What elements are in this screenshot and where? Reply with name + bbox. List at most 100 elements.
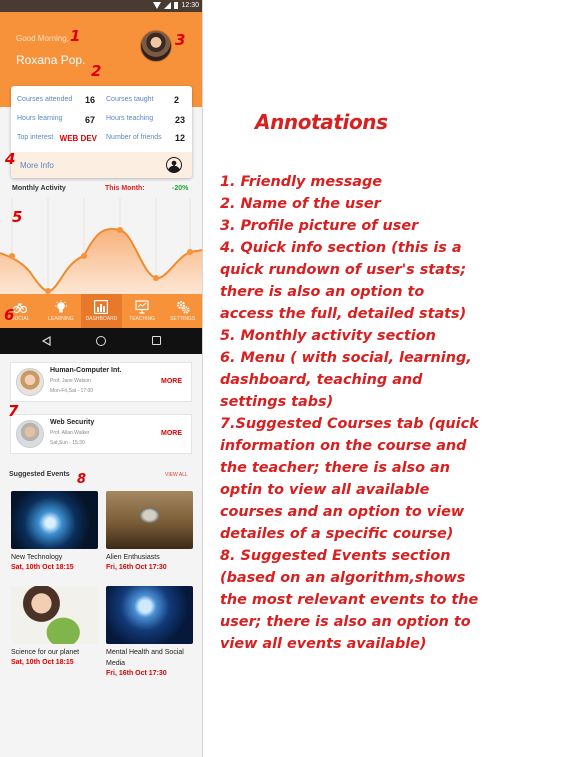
event-image bbox=[11, 586, 98, 644]
screenshot: 12:30 Good Morning, Roxana Pop. Courses … bbox=[0, 0, 562, 757]
back-icon[interactable] bbox=[42, 336, 51, 346]
course-title: Web Security bbox=[50, 419, 95, 426]
user-name: Roxana Pop. bbox=[16, 53, 86, 67]
activity-point bbox=[117, 227, 123, 233]
event-image bbox=[106, 491, 193, 549]
stat-value-hours-learning: 67 bbox=[84, 115, 95, 125]
event-name: New Technology bbox=[11, 554, 63, 561]
course-more-button[interactable]: MORE bbox=[161, 430, 182, 437]
stat-label-courses-attended: Courses attended bbox=[17, 96, 73, 103]
bottom-menu: SOCIAL LEARNING DASHBOARD TEACHING SETTI… bbox=[0, 294, 202, 328]
annotation-item: 2. Name of the user bbox=[220, 196, 381, 212]
more-info-row: More Info bbox=[11, 152, 192, 178]
event-image bbox=[106, 586, 193, 644]
marker-4: 4 bbox=[5, 150, 16, 168]
annotation-item: 3. Profile picture of user bbox=[220, 218, 419, 234]
teacher-avatar bbox=[16, 368, 44, 396]
marker-2: 2 bbox=[91, 62, 102, 80]
event-card[interactable]: Mental Health and Social Media Fri, 16th… bbox=[106, 586, 193, 677]
recent-apps-icon[interactable] bbox=[152, 336, 161, 345]
event-name: Alien Enthusiasts bbox=[106, 554, 160, 561]
annotation-item: 4. Quick info section (this is a quick r… bbox=[220, 240, 467, 322]
event-card[interactable]: Science for our planet Sat, 10th Oct 18:… bbox=[11, 586, 98, 666]
tab-label: LEARNING bbox=[48, 316, 74, 322]
presentation-icon bbox=[135, 300, 149, 314]
tab-teaching[interactable]: TEACHING bbox=[122, 294, 163, 328]
quick-info-card: Courses attended 16 Courses taught 2 Hou… bbox=[11, 86, 192, 178]
activity-change: -20% bbox=[172, 185, 189, 192]
more-info-link[interactable]: More Info bbox=[20, 161, 54, 170]
event-name: Science for our planet bbox=[11, 649, 80, 656]
marker-5: 5 bbox=[12, 208, 23, 226]
home-icon[interactable] bbox=[96, 336, 106, 346]
suggested-events-header: Suggested Events VIEW ALL bbox=[0, 468, 202, 484]
lightbulb-icon bbox=[54, 300, 67, 313]
status-time: 12:30 bbox=[181, 2, 199, 9]
tab-dashboard[interactable]: DASHBOARD bbox=[81, 294, 122, 328]
greeting-text: Good Morning, bbox=[16, 34, 69, 43]
signal-icon bbox=[164, 2, 172, 9]
event-name: Mental Health and Social Media bbox=[106, 649, 184, 667]
tab-learning[interactable]: LEARNING bbox=[41, 294, 82, 328]
tab-label: TEACHING bbox=[129, 316, 155, 322]
activity-point bbox=[153, 275, 159, 281]
profile-avatar[interactable] bbox=[140, 30, 172, 62]
annotation-item: 5. Monthly activity section bbox=[220, 328, 436, 344]
tab-label: SETTINGS bbox=[170, 316, 196, 322]
stat-value-courses-taught: 2 bbox=[173, 95, 179, 105]
activity-point bbox=[81, 253, 87, 259]
stat-value-hours-teaching: 23 bbox=[174, 115, 185, 125]
marker-8: 8 bbox=[77, 472, 87, 487]
activity-area bbox=[0, 228, 202, 294]
view-all-link[interactable]: VIEW ALL bbox=[165, 472, 188, 478]
course-title: Human-Computer Int. bbox=[50, 367, 122, 374]
event-image bbox=[11, 491, 98, 549]
stat-value-top-interest: WEB DEV bbox=[59, 134, 97, 143]
monthly-activity-header: Monthly Activity This Month: -20% bbox=[0, 180, 202, 198]
annotation-item: 1. Friendly message bbox=[220, 174, 383, 190]
activity-point bbox=[9, 253, 15, 259]
course-card[interactable]: Web Security Prof. Allan Walker Sat,Sun … bbox=[10, 414, 192, 454]
event-date: Sat, 10th Oct 18:15 bbox=[11, 564, 74, 571]
marker-1: 1 bbox=[70, 27, 81, 45]
chart-icon bbox=[94, 300, 109, 314]
activity-title: Monthly Activity bbox=[12, 185, 66, 192]
tab-settings[interactable]: SETTINGS bbox=[162, 294, 202, 328]
bicycle-icon bbox=[13, 302, 28, 314]
this-month-label: This Month: bbox=[105, 185, 145, 192]
annotation-item: 7.Suggested Courses tab (quick informati… bbox=[220, 416, 479, 542]
event-card[interactable]: Alien Enthusiasts Fri, 16th Oct 17:30 bbox=[106, 491, 193, 571]
user-circle-icon[interactable] bbox=[166, 157, 182, 173]
marker-6: 6 bbox=[4, 306, 15, 324]
course-more-button[interactable]: MORE bbox=[161, 378, 182, 385]
tab-label: DASHBOARD bbox=[85, 316, 118, 322]
stat-label-courses-taught: Courses taught bbox=[106, 96, 154, 103]
monthly-activity-chart bbox=[0, 198, 202, 294]
activity-point bbox=[187, 249, 193, 255]
event-date: Fri, 16th Oct 17:30 bbox=[106, 670, 167, 677]
phone-screen: 12:30 Good Morning, Roxana Pop. Courses … bbox=[0, 0, 203, 757]
events-title: Suggested Events bbox=[9, 471, 70, 478]
stat-label-hours-teaching: Hours teaching bbox=[106, 115, 154, 122]
status-bar: 12:30 bbox=[0, 0, 202, 12]
annotations-list: 1. Friendly message 2. Name of the user … bbox=[220, 171, 480, 655]
course-time: Sat,Sun - 15:30 bbox=[50, 440, 85, 446]
event-date: Sat, 10th Oct 18:15 bbox=[11, 659, 74, 666]
stat-value-courses-attended: 16 bbox=[84, 95, 95, 105]
annotations-title: Annotations bbox=[255, 110, 388, 134]
stat-value-number-of-friends: 12 bbox=[174, 133, 185, 143]
event-date: Fri, 16th Oct 17:30 bbox=[106, 564, 167, 571]
stat-label-hours-learning: Hours learning bbox=[17, 115, 63, 122]
course-teacher: Prof. Jane Watson bbox=[50, 378, 91, 384]
teacher-avatar bbox=[16, 420, 44, 448]
event-card[interactable]: New Technology Sat, 10th Oct 18:15 bbox=[11, 491, 98, 571]
marker-7: 7 bbox=[8, 402, 19, 420]
marker-3: 3 bbox=[175, 31, 186, 49]
course-card[interactable]: Human-Computer Int. Prof. Jane Watson Mo… bbox=[10, 362, 192, 402]
stat-label-number-of-friends: Number of friends bbox=[106, 134, 162, 141]
course-time: Mon-Fri,Sat - 17:00 bbox=[50, 388, 94, 394]
battery-icon bbox=[174, 2, 179, 9]
android-nav-bar bbox=[0, 328, 202, 354]
annotation-item: 8. Suggested Events section (based on an… bbox=[220, 548, 479, 652]
stat-label-top-interest: Top interest bbox=[17, 134, 54, 141]
